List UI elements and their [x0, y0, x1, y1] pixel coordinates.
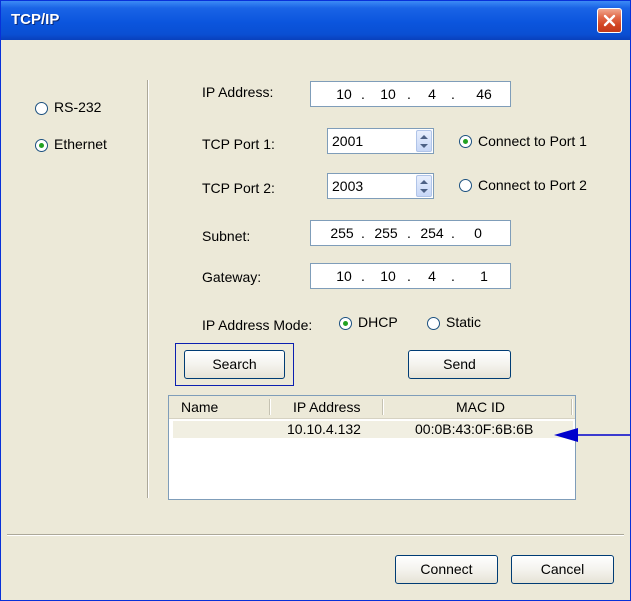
- spin-up-icon[interactable]: [420, 134, 428, 140]
- connect-port-1-label: Connect to Port 1: [478, 133, 587, 149]
- connect-button[interactable]: Connect: [395, 555, 498, 584]
- ip-dot: .: [451, 86, 455, 102]
- dialog-body: RS-232 Ethernet IP Address: 10 . 10 . 4 …: [4, 40, 627, 598]
- device-list[interactable]: Name IP Address MAC ID 10.10.4.132 00:0B…: [168, 395, 576, 500]
- horizontal-divider: [7, 534, 624, 536]
- connect-port-1-radio[interactable]: [459, 135, 472, 148]
- spinner-arrows[interactable]: [416, 130, 432, 152]
- tcp-ip-dialog: TCP/IP RS-232 Ethernet IP Address: 10 . …: [0, 0, 631, 601]
- column-divider[interactable]: [382, 399, 384, 415]
- column-header-name[interactable]: Name: [181, 396, 218, 418]
- subnet-octet-1: 255: [330, 225, 354, 241]
- subnet-octet-4: 0: [474, 225, 482, 241]
- annotation-arrow-icon: [554, 428, 630, 442]
- subnet-label: Subnet:: [202, 228, 251, 244]
- row-ip-address: 10.10.4.132: [287, 421, 361, 437]
- send-button[interactable]: Send: [408, 350, 511, 379]
- static-label: Static: [446, 314, 482, 330]
- vertical-divider: [147, 80, 149, 498]
- ip-dot: .: [361, 86, 365, 102]
- subnet-octet-2: 255: [374, 225, 398, 241]
- gateway-field[interactable]: 10 . 10 . 4 . 1: [310, 263, 511, 289]
- title-bar[interactable]: TCP/IP: [1, 1, 630, 40]
- tcp-port-2-spinner[interactable]: 2003: [327, 173, 434, 199]
- subnet-field[interactable]: 255 . 255 . 254 . 0: [310, 220, 511, 246]
- ip-octet-3: 4: [428, 86, 436, 102]
- dhcp-radio[interactable]: [339, 317, 352, 330]
- spin-down-icon[interactable]: [420, 188, 428, 194]
- gateway-octet-2: 10: [380, 268, 396, 284]
- ip-dot: .: [407, 86, 411, 102]
- tcp-port-1-value: 2001: [332, 133, 364, 149]
- gateway-label: Gateway:: [202, 269, 262, 285]
- tcp-port-1-spinner[interactable]: 2001: [327, 128, 434, 154]
- rs232-label: RS-232: [54, 99, 102, 115]
- rs232-radio[interactable]: [35, 102, 48, 115]
- column-header-mac-id[interactable]: MAC ID: [456, 396, 505, 418]
- ip-mode-label: IP Address Mode:: [202, 317, 313, 333]
- subnet-dot: .: [361, 225, 365, 241]
- ip-octet-2: 10: [380, 86, 396, 102]
- gateway-dot: .: [361, 268, 365, 284]
- static-radio[interactable]: [427, 317, 440, 330]
- column-divider[interactable]: [571, 399, 573, 415]
- ip-octet-4: 46: [476, 86, 492, 102]
- close-button[interactable]: [597, 8, 622, 33]
- tcp-port-1-label: TCP Port 1:: [202, 136, 275, 152]
- row-mac-id: 00:0B:43:0F:6B:6B: [415, 421, 534, 437]
- gateway-dot: .: [407, 268, 411, 284]
- cancel-button[interactable]: Cancel: [511, 555, 614, 584]
- table-row[interactable]: 10.10.4.132 00:0B:43:0F:6B:6B: [173, 421, 573, 438]
- subnet-dot: .: [451, 225, 455, 241]
- spin-down-icon[interactable]: [420, 143, 428, 149]
- ethernet-label: Ethernet: [54, 136, 107, 152]
- gateway-dot: .: [451, 268, 455, 284]
- ip-address-label: IP Address:: [202, 84, 274, 100]
- ethernet-radio[interactable]: [35, 139, 48, 152]
- close-icon: [603, 14, 616, 27]
- tcp-port-2-value: 2003: [332, 178, 364, 194]
- subnet-dot: .: [407, 225, 411, 241]
- connect-port-2-label: Connect to Port 2: [478, 177, 587, 193]
- spin-up-icon[interactable]: [420, 179, 428, 185]
- ip-address-field[interactable]: 10 . 10 . 4 . 46: [310, 81, 511, 107]
- gateway-octet-4: 1: [480, 268, 488, 284]
- column-divider[interactable]: [269, 399, 271, 415]
- device-list-header: Name IP Address MAC ID: [169, 396, 575, 419]
- gateway-octet-1: 10: [336, 268, 352, 284]
- tcp-port-2-label: TCP Port 2:: [202, 180, 275, 196]
- ip-octet-1: 10: [336, 86, 352, 102]
- connect-port-2-radio[interactable]: [459, 179, 472, 192]
- dhcp-label: DHCP: [358, 314, 398, 330]
- spinner-arrows[interactable]: [416, 175, 432, 197]
- subnet-octet-3: 254: [420, 225, 444, 241]
- window-title: TCP/IP: [11, 11, 60, 28]
- gateway-octet-3: 4: [428, 268, 436, 284]
- column-header-ip-address[interactable]: IP Address: [293, 396, 360, 418]
- search-button[interactable]: Search: [184, 350, 285, 379]
